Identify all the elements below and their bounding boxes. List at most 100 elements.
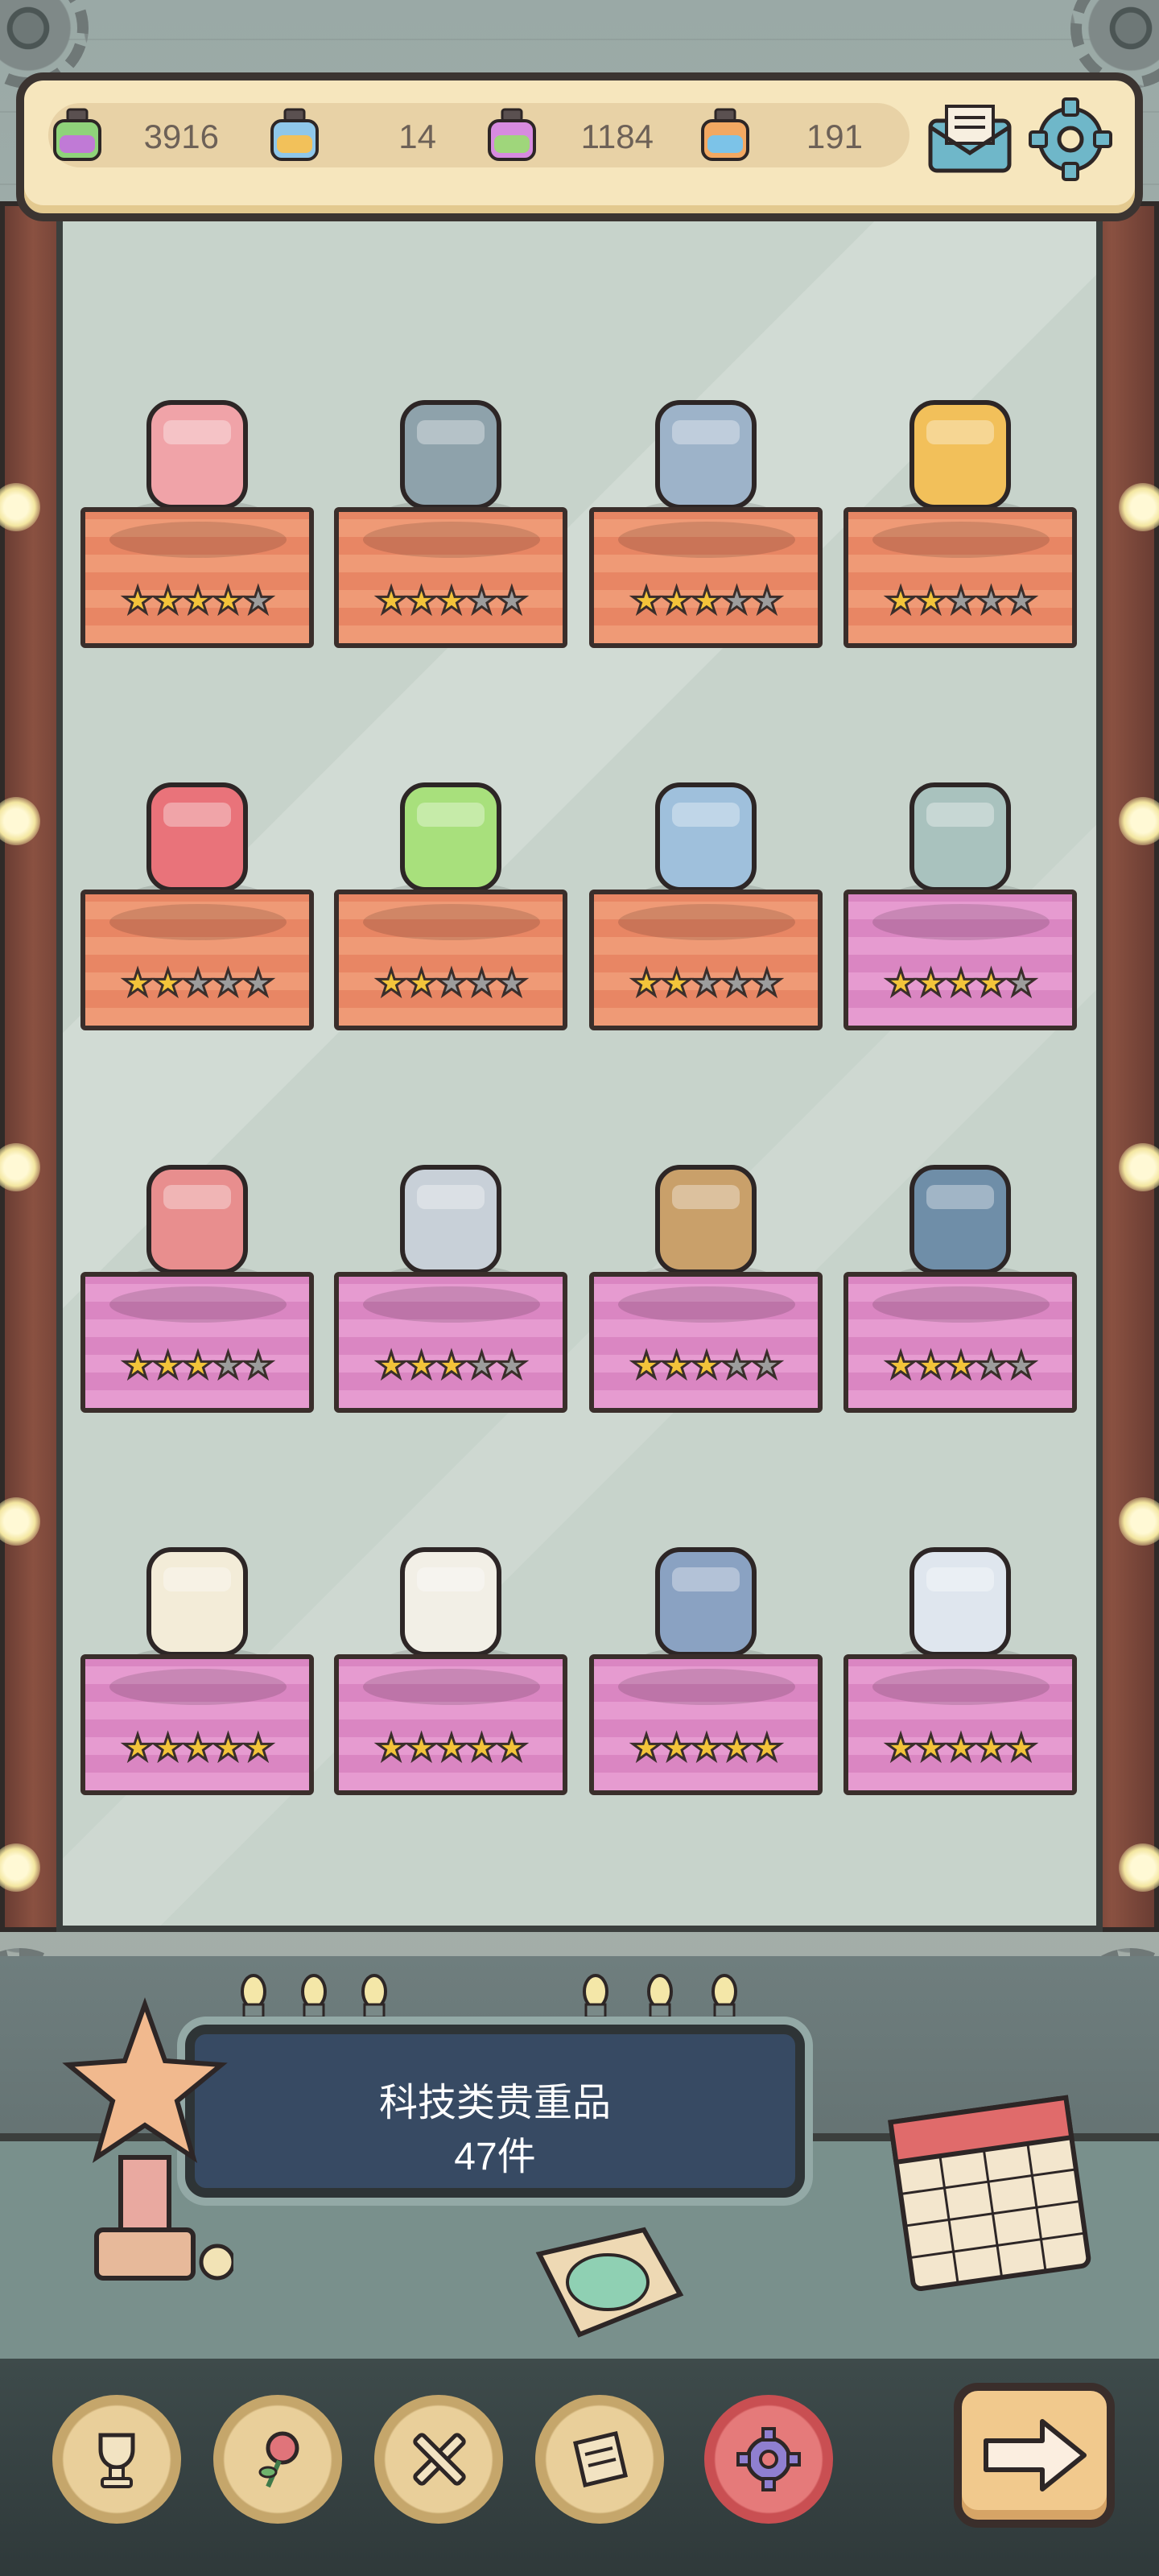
filled-star-icon: ★ xyxy=(404,581,439,621)
filled-star-icon: ★ xyxy=(151,1728,185,1768)
resource-value: 3916 xyxy=(143,118,219,155)
filled-star-icon: ★ xyxy=(374,1728,409,1768)
filled-star-icon: ★ xyxy=(211,1728,245,1768)
collectible-glass-tube-device[interactable] xyxy=(880,753,1041,906)
resource-value: 191 xyxy=(806,118,863,155)
filled-star-icon: ★ xyxy=(884,964,918,1003)
shelf-cloth: ★★★★★ xyxy=(843,1272,1077,1413)
item-plate-shadow xyxy=(872,1669,1050,1705)
filled-star-icon: ★ xyxy=(659,964,694,1003)
mail-button[interactable] xyxy=(926,103,1014,175)
star-rating: ★★★★★ xyxy=(594,964,818,1003)
filled-star-icon: ★ xyxy=(435,1728,469,1768)
filled-star-icon: ★ xyxy=(914,1728,948,1768)
shelf-cloth: ★★★★★ xyxy=(80,1272,314,1413)
collectible-mech-eye[interactable] xyxy=(117,753,278,906)
filled-star-icon: ★ xyxy=(629,581,664,621)
item-plate-shadow xyxy=(872,522,1050,558)
resource-value: 14 xyxy=(398,118,436,155)
calendar-icon[interactable] xyxy=(885,2085,1095,2294)
item-plate-shadow xyxy=(109,904,287,940)
collectible-lever-switch[interactable] xyxy=(625,1135,786,1288)
next-page-button[interactable] xyxy=(954,2383,1115,2528)
filled-star-icon: ★ xyxy=(181,581,216,621)
empty-star-icon: ★ xyxy=(241,964,276,1003)
collectible-dna-document[interactable] xyxy=(370,1517,531,1670)
item-plate-shadow xyxy=(618,522,795,558)
collectible-gold-cube[interactable] xyxy=(880,370,1041,523)
filled-star-icon: ★ xyxy=(914,1346,948,1385)
collectible-old-manual-book[interactable] xyxy=(625,1517,786,1670)
filled-star-icon: ★ xyxy=(750,1728,785,1768)
collectible-rubik-cube[interactable] xyxy=(370,753,531,906)
filled-star-icon: ★ xyxy=(914,964,948,1003)
empty-star-icon: ★ xyxy=(435,964,469,1003)
item-plate-shadow xyxy=(109,1669,287,1705)
empty-star-icon: ★ xyxy=(464,1346,499,1385)
star-rating: ★★★★★ xyxy=(848,964,1072,1003)
star-rating: ★★★★★ xyxy=(339,1728,563,1768)
collectible-turbine-engine[interactable] xyxy=(117,1135,278,1288)
filled-star-icon: ★ xyxy=(914,581,948,621)
collectible-sheep-statue[interactable] xyxy=(117,1517,278,1670)
filled-star-icon: ★ xyxy=(974,1728,1008,1768)
collectible-brain[interactable] xyxy=(117,370,278,523)
item-plate-shadow xyxy=(363,522,540,558)
empty-star-icon: ★ xyxy=(464,581,499,621)
item-plate-shadow xyxy=(363,1286,540,1323)
resource-orange: 191 xyxy=(696,103,909,167)
shelf-cloth: ★★★★★ xyxy=(334,1654,567,1795)
sign-bulb xyxy=(237,1972,270,2021)
nav-button-gear[interactable] xyxy=(704,2395,833,2524)
empty-star-icon: ★ xyxy=(495,1346,530,1385)
shelf-cloth: ★★★★★ xyxy=(334,890,567,1030)
mail-icon xyxy=(928,105,1012,173)
nav-button-trophy-cup[interactable] xyxy=(52,2395,181,2524)
star-rating: ★★★★★ xyxy=(594,581,818,621)
shelf-cloth: ★★★★★ xyxy=(843,507,1077,648)
star-rating: ★★★★★ xyxy=(848,1346,1072,1385)
filled-star-icon: ★ xyxy=(181,1346,216,1385)
collectible-crystal-ore[interactable] xyxy=(880,1517,1041,1670)
empty-star-icon: ★ xyxy=(1004,1346,1039,1385)
empty-star-icon: ★ xyxy=(974,1346,1008,1385)
filled-star-icon: ★ xyxy=(374,964,409,1003)
filled-star-icon: ★ xyxy=(404,1346,439,1385)
category-title: 科技类贵重品 xyxy=(378,2082,611,2124)
star-rating: ★★★★★ xyxy=(339,1346,563,1385)
filled-star-icon: ★ xyxy=(404,964,439,1003)
nav-button-scroll[interactable] xyxy=(535,2395,664,2524)
collectible-android-head[interactable] xyxy=(370,1135,531,1288)
map-scroll-icon[interactable] xyxy=(523,2222,692,2343)
star-rating: ★★★★★ xyxy=(594,1346,818,1385)
trophy-cup-icon xyxy=(98,2433,135,2488)
filled-star-icon: ★ xyxy=(659,581,694,621)
filled-star-icon: ★ xyxy=(1004,1728,1039,1768)
filled-star-icon: ★ xyxy=(464,1728,499,1768)
collectible-typewriter-machine[interactable] xyxy=(880,1135,1041,1288)
star-rating: ★★★★★ xyxy=(85,1346,309,1385)
empty-star-icon: ★ xyxy=(211,1346,245,1385)
filled-star-icon: ★ xyxy=(659,1346,694,1385)
collectible-portrait-book[interactable] xyxy=(625,753,786,906)
filled-star-icon: ★ xyxy=(151,1346,185,1385)
filled-star-icon: ★ xyxy=(374,1346,409,1385)
item-plate-shadow xyxy=(618,904,795,940)
shelf-cloth: ★★★★★ xyxy=(334,1272,567,1413)
star-rating: ★★★★★ xyxy=(848,581,1072,621)
rose-icon xyxy=(258,2431,299,2488)
settings-button[interactable] xyxy=(1026,95,1115,184)
sign-bulb xyxy=(708,1972,740,2021)
shelf-cloth: ★★★★★ xyxy=(843,890,1077,1030)
empty-star-icon: ★ xyxy=(720,964,754,1003)
scroll-icon xyxy=(573,2430,628,2488)
collectible-claw-device[interactable] xyxy=(370,370,531,523)
filled-star-icon: ★ xyxy=(944,1346,979,1385)
nav-button-rose[interactable] xyxy=(213,2395,342,2524)
filled-star-icon: ★ xyxy=(659,1728,694,1768)
collectible-robot[interactable] xyxy=(625,370,786,523)
filled-star-icon: ★ xyxy=(151,581,185,621)
empty-star-icon: ★ xyxy=(690,964,724,1003)
filled-star-icon: ★ xyxy=(404,1728,439,1768)
nav-button-tools-cross[interactable] xyxy=(374,2395,503,2524)
